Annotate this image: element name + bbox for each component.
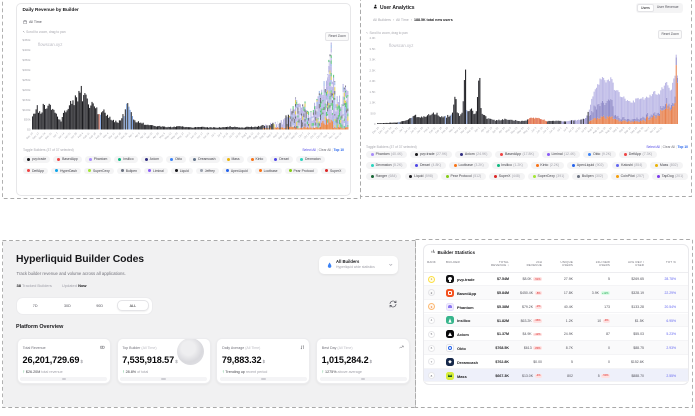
svg-text:$300k: $300k — [22, 68, 31, 72]
svg-text:4.0K: 4.0K — [369, 36, 375, 40]
svg-text:Jun 24: Jun 24 — [548, 125, 557, 134]
svg-text:Jul 1: Jul 1 — [556, 125, 563, 132]
svg-text:1.5K: 1.5K — [369, 90, 375, 94]
svg-text:May 27: May 27 — [522, 125, 531, 134]
svg-text:Dec 31: Dec 31 — [390, 125, 399, 134]
svg-text:3.0K: 3.0K — [369, 58, 375, 62]
svg-text:0: 0 — [374, 122, 376, 126]
svg-text:500: 500 — [370, 111, 375, 115]
svg-text:Sep 30: Sep 30 — [636, 125, 645, 134]
svg-text:May 27: May 27 — [176, 131, 185, 140]
svg-text:Feb 25: Feb 25 — [94, 131, 103, 140]
svg-text:1.0K: 1.0K — [369, 101, 375, 105]
svg-text:Oct 28: Oct 28 — [315, 131, 324, 140]
svg-text:$100k: $100k — [22, 108, 31, 112]
svg-text:$450k: $450k — [22, 38, 31, 42]
svg-text:Jul 1: Jul 1 — [210, 131, 217, 138]
svg-text:Apr 1: Apr 1 — [127, 131, 135, 139]
svg-text:Oct 21: Oct 21 — [655, 125, 664, 134]
svg-text:2.0K: 2.0K — [369, 79, 375, 83]
svg-text:$400k: $400k — [22, 48, 31, 52]
svg-text:3.5K: 3.5K — [369, 47, 375, 51]
svg-text:flowscan.xyz: flowscan.xyz — [38, 42, 62, 47]
svg-text:Feb 25: Feb 25 — [440, 125, 449, 134]
svg-text:Jun 24: Jun 24 — [202, 131, 211, 140]
svg-text:Dec 31: Dec 31 — [44, 131, 53, 140]
svg-text:Nov 18: Nov 18 — [334, 131, 343, 140]
svg-text:Jan 28: Jan 28 — [69, 131, 78, 140]
svg-text:Jan 28: Jan 28 — [415, 125, 424, 134]
svg-text:Aug 26: Aug 26 — [258, 131, 267, 140]
svg-text:Apr 1: Apr 1 — [473, 125, 481, 133]
svg-text:Sep 30: Sep 30 — [290, 131, 299, 140]
svg-text:$350k: $350k — [22, 58, 31, 62]
svg-text:$200k: $200k — [22, 88, 31, 92]
svg-text:Mar 25: Mar 25 — [466, 125, 475, 134]
svg-text:$250k: $250k — [22, 78, 31, 82]
svg-text:Aug 26: Aug 26 — [604, 125, 613, 134]
svg-text:Mar 25: Mar 25 — [120, 131, 129, 140]
svg-text:2.5K: 2.5K — [369, 68, 375, 72]
svg-text:$0: $0 — [27, 128, 31, 132]
svg-text:$50k: $50k — [24, 118, 31, 122]
svg-text:$150k: $150k — [22, 98, 31, 102]
svg-text:flowscan.xyz: flowscan.xyz — [389, 43, 413, 48]
